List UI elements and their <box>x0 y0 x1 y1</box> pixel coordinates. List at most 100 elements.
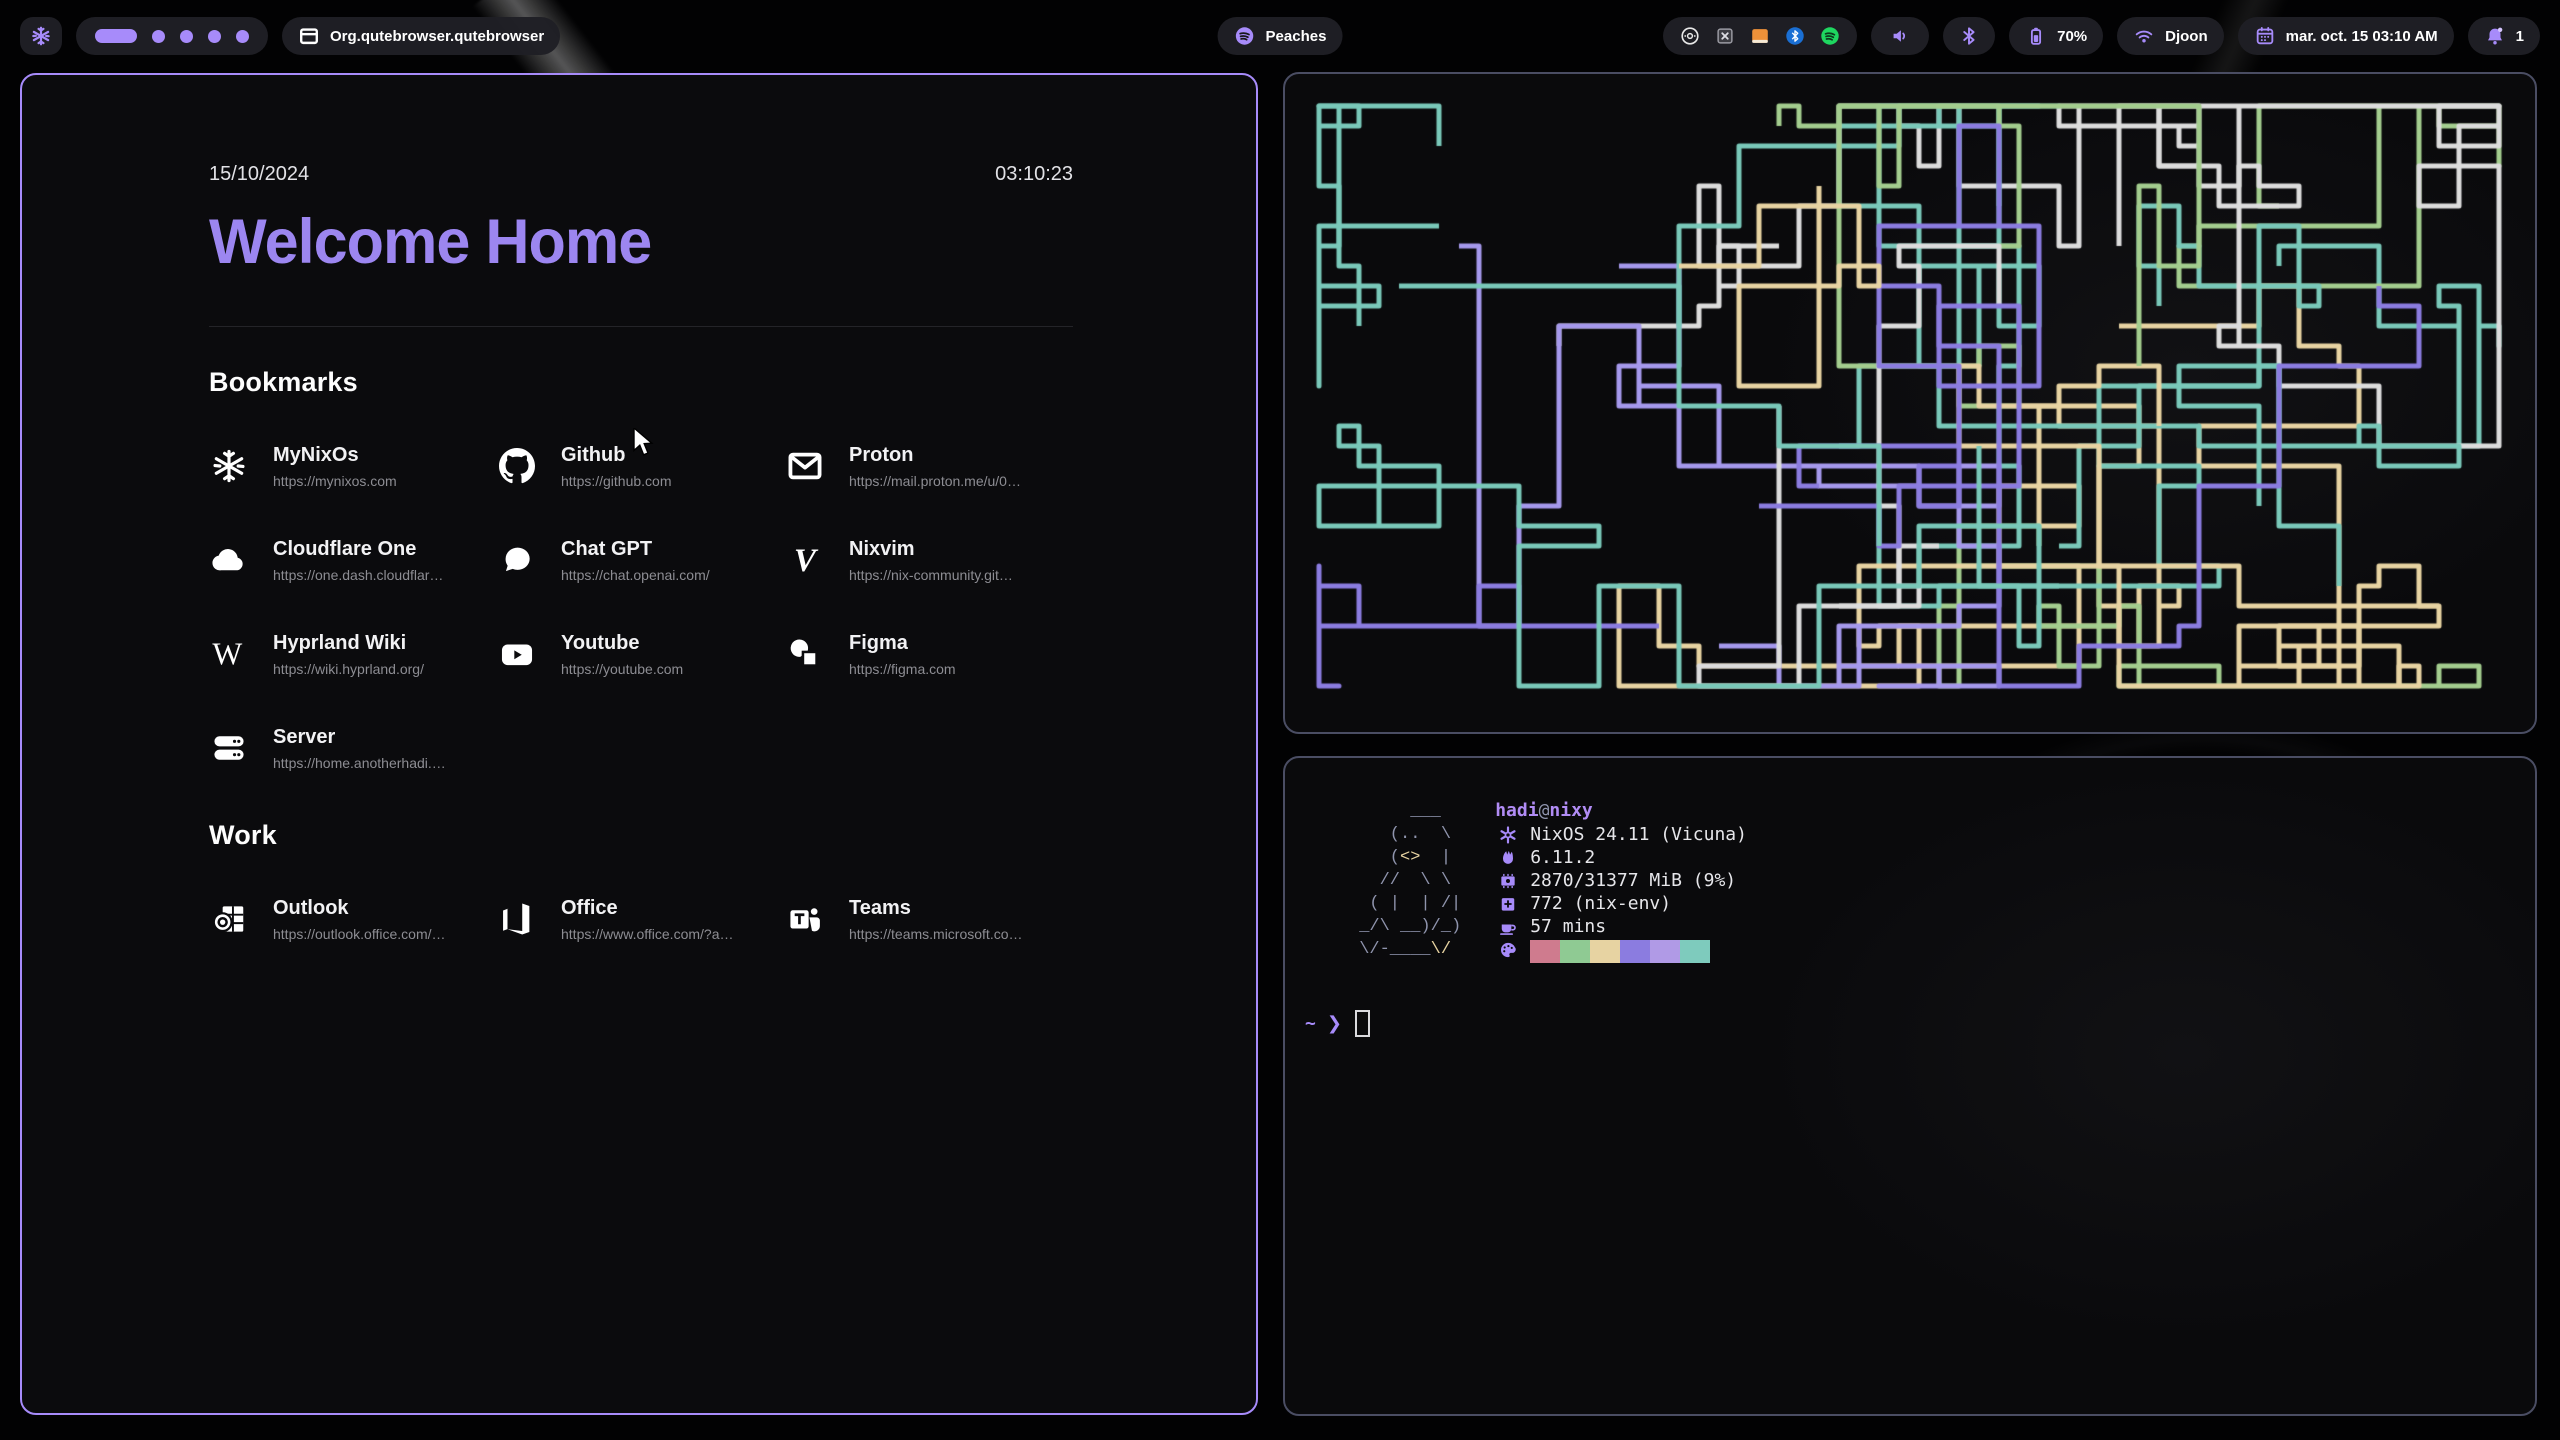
window-icon <box>298 25 320 47</box>
kernel-icon <box>1495 848 1521 868</box>
color-swatch <box>1530 940 1560 963</box>
color-swatch <box>1590 940 1620 963</box>
color-swatch <box>1620 940 1650 963</box>
active-window-chip[interactable]: Org.qutebrowser.qutebrowser <box>282 17 560 55</box>
bookmark-github[interactable]: Github https://github.com <box>497 434 785 498</box>
prompt-symbol: ❯ <box>1327 1013 1342 1034</box>
bookmark-mynixos[interactable]: MyNixOshttps://mynixos.com <box>209 434 497 498</box>
wifi-chip[interactable]: Djoon <box>2117 17 2224 55</box>
bookmark-label: Cloudflare One <box>273 538 443 561</box>
pipes-terminal-window[interactable] <box>1283 72 2537 734</box>
fetch-row-kernel: 6.11.2 <box>1495 846 1747 869</box>
bookmark-url: https://figma.com <box>849 661 956 677</box>
bluetooth-tray-icon[interactable] <box>1784 25 1806 47</box>
bookmark-label: Chat GPT <box>561 538 710 561</box>
workspace-3[interactable] <box>180 30 193 43</box>
bookmark-label: Figma <box>849 632 956 655</box>
bookmark-teams[interactable]: Teamshttps://teams.microsoft.co… <box>785 887 1073 951</box>
bookmark-url: https://one.dash.cloudflar… <box>273 567 443 583</box>
bookmark-hyprland-wiki[interactable]: WHyprland Wikihttps://wiki.hyprland.org/ <box>209 622 497 686</box>
nix-logo-icon <box>30 25 52 47</box>
bookmark-url: https://mail.proton.me/u/0… <box>849 473 1021 489</box>
workspace-1-active[interactable] <box>95 29 137 43</box>
media-player-chip[interactable]: Peaches <box>1218 17 1343 55</box>
section-heading-bookmarks: Bookmarks <box>209 367 1073 398</box>
bookmark-url: https://youtube.com <box>561 661 683 677</box>
volume-chip[interactable] <box>1871 17 1929 55</box>
keepassxc-icon[interactable] <box>1714 25 1736 47</box>
os-icon <box>1495 825 1521 845</box>
divider <box>209 326 1073 327</box>
teams-icon <box>785 900 825 938</box>
bookmark-chat-gpt[interactable]: Chat GPThttps://chat.openai.com/ <box>497 528 785 592</box>
bookmark-proton[interactable]: Protonhttps://mail.proton.me/u/0… <box>785 434 1073 498</box>
fetch-value: NixOS 24.11 (Vicuna) <box>1530 824 1747 845</box>
bookmark-label: Hyprland Wiki <box>273 632 424 655</box>
bookmark-grid: Outlook https://outlook.office.com/… Offic… <box>209 887 1073 951</box>
fastfetch-terminal-window[interactable]: ___ (.. \ (<> | // \ \ ( | | /| _/\ __)/… <box>1283 756 2537 1416</box>
memory-icon <box>1495 871 1521 891</box>
clock-label: mar. oct. 15 03:10 AM <box>2286 28 2438 45</box>
github-icon <box>497 448 537 484</box>
workspace-4[interactable] <box>208 30 221 43</box>
bookmark-youtube[interactable]: Youtubehttps://youtube.com <box>497 622 785 686</box>
pipes-animation <box>1285 74 2535 732</box>
bookmark-label: Server <box>273 726 446 749</box>
bookmark-server[interactable]: Serverhttps://home.anotherhadi.… <box>209 716 497 780</box>
bluetooth-icon <box>1958 25 1980 47</box>
workspace-indicator[interactable] <box>76 17 268 55</box>
spotify-tray-icon[interactable] <box>1819 25 1841 47</box>
clock-chip[interactable]: mar. oct. 15 03:10 AM <box>2238 17 2454 55</box>
fetch-row-os: NixOS 24.11 (Vicuna) <box>1495 823 1747 846</box>
bookmark-nixvim[interactable]: VNixvimhttps://nix-community.git… <box>785 528 1073 592</box>
spotify-icon <box>1234 25 1256 47</box>
color-swatch <box>1680 940 1710 963</box>
fetch-colors-row <box>1495 938 1747 961</box>
nix-menu-button[interactable] <box>20 17 62 55</box>
battery-percent: 70% <box>2057 28 2087 45</box>
bookmark-office[interactable]: Officehttps://www.office.com/?a… <box>497 887 785 951</box>
bookmark-cloudflare-one[interactable]: Cloudflare One https://one.dash.cloudflar… <box>209 528 497 592</box>
tux-ascii-art: ___ (.. \ (<> | // \ \ ( | | /| _/\ __)/… <box>1349 800 1461 961</box>
fetch-row-memory: 2870/31377 MiB (9%) <box>1495 869 1747 892</box>
color-swatch <box>1650 940 1680 963</box>
media-track-label: Peaches <box>1266 28 1327 45</box>
shell-prompt[interactable]: ~ ❯ <box>1305 1010 1370 1037</box>
bookmark-outlook[interactable]: Outlook https://outlook.office.com/… <box>209 887 497 951</box>
nixos-icon <box>209 447 249 485</box>
fetch-info: hadi@nixy NixOS 24.11 (Vicuna)6.11.22870… <box>1495 800 1747 961</box>
bookmark-label: Github <box>561 444 672 467</box>
bookmark-url: https://teams.microsoft.co… <box>849 926 1023 942</box>
files-icon[interactable] <box>1749 25 1771 47</box>
notification-count: 1 <box>2516 28 2524 45</box>
terminal-color-swatches <box>1530 940 1710 963</box>
bluetooth-chip[interactable] <box>1943 17 1995 55</box>
uptime-icon <box>1495 917 1521 937</box>
fetch-row-uptime: 57 mins <box>1495 915 1747 938</box>
bookmark-figma[interactable]: Figma https://figma.com <box>785 622 1073 686</box>
workspace-5[interactable] <box>236 30 249 43</box>
fetch-value: 6.11.2 <box>1530 847 1595 868</box>
calendar-icon <box>2254 25 2276 47</box>
qutebrowser-window[interactable]: 15/10/2024 03:10:23 Welcome Home Bookmar… <box>20 73 1258 1415</box>
svg-text:W: W <box>212 636 242 671</box>
bookmark-url: https://github.com <box>561 473 672 489</box>
battery-chip[interactable]: 70% <box>2009 17 2103 55</box>
bookmark-url: https://outlook.office.com/… <box>273 926 446 942</box>
disc-icon[interactable] <box>1679 25 1701 47</box>
fetch-value: 57 mins <box>1530 916 1606 937</box>
terminal-cursor <box>1355 1010 1370 1037</box>
bookmark-label: Nixvim <box>849 538 1013 561</box>
bookmark-url: https://mynixos.com <box>273 473 397 489</box>
startpage: 15/10/2024 03:10:23 Welcome Home Bookmar… <box>22 75 1256 1413</box>
system-tray[interactable] <box>1663 17 1857 55</box>
notifications-chip[interactable]: 1 <box>2468 17 2540 55</box>
wifi-ssid: Djoon <box>2165 28 2208 45</box>
top-bar: Org.qutebrowser.qutebrowser Peaches 70% … <box>0 0 2560 72</box>
page-title: Welcome Home <box>209 206 1047 278</box>
youtube-icon <box>497 635 537 673</box>
bookmark-label: Outlook <box>273 897 446 920</box>
outlook-icon <box>209 900 249 938</box>
workspace-2[interactable] <box>152 30 165 43</box>
active-window-title: Org.qutebrowser.qutebrowser <box>330 28 544 45</box>
